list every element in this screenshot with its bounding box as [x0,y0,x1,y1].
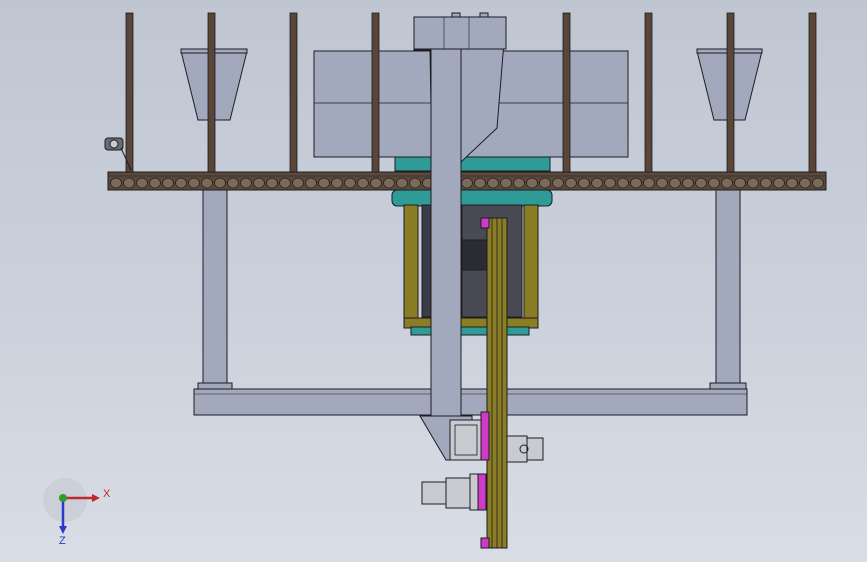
conveyor-roller [279,177,291,189]
conveyor-roller [617,177,629,189]
conveyor-roller [708,177,720,189]
conveyor-roller [149,177,161,189]
upright-post [726,12,735,173]
conveyor-roller [721,177,733,189]
conveyor-roller [214,177,226,189]
right-support-leg [715,189,741,386]
upright-post [562,12,571,173]
conveyor-roller [266,177,278,189]
conveyor-roller [409,177,421,189]
upright-post [371,12,380,173]
conveyor-roller [565,177,577,189]
conveyor-roller [331,177,343,189]
conveyor-roller [227,177,239,189]
conveyor-roller [578,177,590,189]
upright-post [644,12,653,173]
conveyor-roller [682,177,694,189]
conveyor-roller [123,177,135,189]
z-axis-label: Z [59,535,66,547]
conveyor-roller [591,177,603,189]
conveyor-roller [643,177,655,189]
conveyor-roller [240,177,252,189]
cad-viewport[interactable]: X Z [0,0,867,562]
conveyor-roller [357,177,369,189]
conveyor-roller [760,177,772,189]
conveyor-roller [110,177,122,189]
conveyor-roller [188,177,200,189]
conveyor-roller [175,177,187,189]
conveyor-roller [695,177,707,189]
conveyor-roller [526,177,538,189]
conveyor-roller [630,177,642,189]
conveyor-roller [305,177,317,189]
conveyor-roller [253,177,265,189]
conveyor-roller [513,177,525,189]
conveyor-roller [669,177,681,189]
conveyor-roller [136,177,148,189]
upright-post [289,12,298,173]
conveyor-roller [318,177,330,189]
x-axis-label: X [103,488,111,500]
conveyor-roller [474,177,486,189]
conveyor-roller [747,177,759,189]
conveyor-roller [552,177,564,189]
conveyor-roller [370,177,382,189]
bottom-beam [193,388,748,416]
conveyor-roller [786,177,798,189]
conveyor-roller [383,177,395,189]
coordinate-triad: X Z [43,478,111,547]
conveyor-roller [396,177,408,189]
conveyor-roller [461,177,473,189]
conveyor-roller [773,177,785,189]
conveyor-roller [292,177,304,189]
conveyor-roller [799,177,811,189]
left-support-leg [202,189,228,386]
conveyor-roller [500,177,512,189]
conveyor-roller [487,177,499,189]
upright-post [207,12,216,173]
conveyor-roller [604,177,616,189]
conveyor-roller [162,177,174,189]
upright-post [808,12,817,173]
conveyor-roller [344,177,356,189]
conveyor-roller [201,177,213,189]
conveyor-roller [812,177,824,189]
machine-front-view: X Z [43,12,827,549]
conveyor [107,171,827,191]
conveyor-roller [734,177,746,189]
y-axis-dot [59,494,67,502]
lower-motor [421,473,487,511]
conveyor-roller [656,177,668,189]
conveyor-roller [539,177,551,189]
upright-post [125,12,134,173]
